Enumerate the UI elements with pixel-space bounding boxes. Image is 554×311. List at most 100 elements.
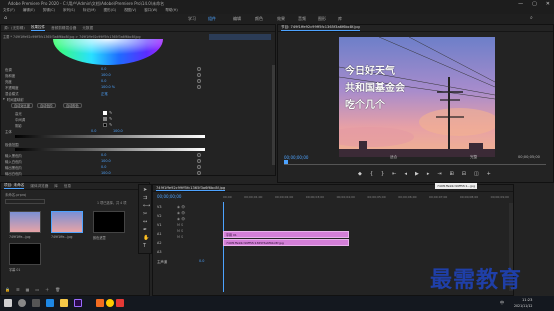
premiere-icon[interactable] xyxy=(74,299,82,307)
timeline-playhead[interactable] xyxy=(223,202,224,292)
timeline-clip-image[interactable]: 749f1ffe92c99ff5fc1365f3a6f6bc8f.jpg xyxy=(223,239,349,246)
color-wheel[interactable] xyxy=(53,39,163,65)
search-icon[interactable] xyxy=(18,299,26,307)
out-point-icon[interactable]: } xyxy=(381,171,384,177)
pen-icon[interactable]: ✒ xyxy=(143,227,147,233)
keyframe-toggle-icon[interactable] xyxy=(197,153,201,157)
output-gradient-slider[interactable] xyxy=(15,148,205,151)
prop-hue-value[interactable]: 0.0 xyxy=(101,67,106,71)
workspace-color[interactable]: 颜色 xyxy=(255,16,263,22)
new-item-icon[interactable]: ＋ xyxy=(45,287,49,293)
eyedropper-icon[interactable]: ✎ xyxy=(109,116,112,121)
prop-input-white-value[interactable]: 100.0 xyxy=(101,159,111,163)
go-in-icon[interactable]: ⇤ xyxy=(392,171,396,177)
keyframe-toggle-icon[interactable] xyxy=(197,73,201,77)
workspace-learn[interactable]: 学习 xyxy=(188,16,196,22)
highlight-swatch[interactable] xyxy=(103,111,107,115)
search-icon[interactable]: ⌕ xyxy=(530,15,533,21)
ime-indicator[interactable]: 中 xyxy=(500,300,504,306)
eyedropper-icon[interactable]: ✎ xyxy=(109,122,112,127)
razor-icon[interactable]: ✂ xyxy=(143,211,147,217)
tab-project[interactable]: 项目: 未命名 xyxy=(4,183,25,189)
workspace-effects[interactable]: 效果 xyxy=(277,16,285,22)
keyframe-toggle-icon[interactable] xyxy=(197,159,201,163)
clock-time[interactable]: 11:23 xyxy=(522,298,532,302)
go-out-icon[interactable]: ⇥ xyxy=(437,171,441,177)
track-v1[interactable]: V1 xyxy=(157,223,167,230)
app-icon[interactable] xyxy=(116,299,124,307)
lock-icon[interactable]: 🔒 xyxy=(5,287,10,293)
master-volume-value[interactable]: 0.0 xyxy=(199,259,204,263)
tab-media-browser[interactable]: 媒体浏览器 xyxy=(30,184,48,189)
track-v2[interactable]: V2 xyxy=(157,214,167,221)
playhead-bar[interactable] xyxy=(284,160,546,165)
in-point-icon[interactable]: { xyxy=(370,171,373,177)
prop-saturation-value[interactable]: 100.0 xyxy=(101,73,111,77)
project-item-thumb[interactable] xyxy=(93,211,125,233)
project-item-thumb[interactable] xyxy=(9,211,41,233)
prop-blend-value[interactable]: 正常 xyxy=(101,91,108,96)
mute-icon[interactable]: M S xyxy=(177,235,185,239)
range-high-value[interactable]: 100.0 xyxy=(113,129,123,133)
track-a3[interactable]: A3 xyxy=(157,250,167,257)
trash-icon[interactable]: 🗑 xyxy=(55,287,60,293)
folder-icon[interactable] xyxy=(60,299,68,307)
ripple-edit-icon[interactable]: ⟷ xyxy=(143,203,150,209)
close-icon[interactable]: ✕ xyxy=(546,1,550,7)
prop-output-black-value[interactable]: 0.0 xyxy=(101,165,106,169)
track-select-icon[interactable]: ⇉ xyxy=(143,195,147,201)
workspace-graphics[interactable]: 图形 xyxy=(318,16,326,22)
mute-icon[interactable]: M S xyxy=(177,229,185,233)
list-view-icon[interactable]: ☰ xyxy=(16,287,20,293)
quality-select[interactable]: 完整 xyxy=(470,155,477,160)
project-search-input[interactable] xyxy=(5,199,45,204)
edge-icon[interactable] xyxy=(46,299,54,307)
prop-opacity-value[interactable]: 100.0 % xyxy=(101,85,115,89)
new-bin-icon[interactable]: ▭ xyxy=(35,287,39,293)
tab-libraries[interactable]: 库 xyxy=(54,184,58,189)
project-item-thumb[interactable] xyxy=(51,211,83,233)
timeline-clip-title[interactable]: 字幕 01 xyxy=(223,231,349,238)
tab-info[interactable]: 信息 xyxy=(64,184,71,189)
minimize-icon[interactable]: — xyxy=(518,1,523,7)
app-icon[interactable] xyxy=(106,299,114,307)
project-item-thumb[interactable] xyxy=(9,243,41,265)
app-icon[interactable] xyxy=(96,299,104,307)
keyframe-toggle-icon[interactable] xyxy=(197,165,201,169)
play-icon[interactable]: ▶ xyxy=(415,171,419,177)
chevron-down-icon[interactable]: ▾ xyxy=(3,97,5,101)
task-view-icon[interactable] xyxy=(32,299,40,307)
selection-tool-icon[interactable]: ➤ xyxy=(143,187,147,193)
overwrite-icon[interactable]: ⊟ xyxy=(462,171,466,177)
tab-effect-controls[interactable]: 效果控件 xyxy=(30,25,46,31)
workspace-assembly[interactable]: 组件 xyxy=(208,16,216,22)
eye-icon[interactable]: ◉ 👁 xyxy=(177,211,185,215)
tab-audio-mixer[interactable]: 音频剪辑混合器 xyxy=(51,26,76,31)
track-v3[interactable]: V3 xyxy=(157,205,167,212)
auto-color-button[interactable]: 自动颜色 xyxy=(63,103,82,108)
tab-sequence[interactable]: 749f1ffe92c99ff5fc1365f3a6f6bc8f.jpg xyxy=(156,186,226,191)
playhead-marker[interactable] xyxy=(284,160,288,164)
track-a2[interactable]: A2 xyxy=(157,241,167,248)
maximize-icon[interactable]: ▢ xyxy=(532,1,537,7)
clock-date[interactable]: 2021/11/12 xyxy=(514,304,532,308)
type-tool-icon[interactable]: T xyxy=(143,243,146,249)
keyframe-toggle-icon[interactable] xyxy=(197,67,201,71)
fit-select[interactable]: 适合 xyxy=(390,155,397,160)
prop-group-time-remap[interactable]: ▾ 时间重映射 xyxy=(3,97,24,102)
scrollbar[interactable] xyxy=(272,65,275,165)
eye-icon[interactable]: ◉ 👁 xyxy=(177,205,185,209)
auto-contrast-button[interactable]: 自动对比度 xyxy=(11,103,33,108)
workspace-libraries[interactable]: 库 xyxy=(338,16,342,22)
workspace-audio[interactable]: 音频 xyxy=(298,16,306,22)
prop-brightness-value[interactable]: 0.0 xyxy=(101,79,106,83)
track-a1[interactable]: A1 xyxy=(157,232,167,239)
start-icon[interactable] xyxy=(4,299,12,307)
home-icon[interactable]: ⌂ xyxy=(4,15,7,21)
hand-icon[interactable]: ✋ xyxy=(143,235,149,241)
eyedropper-icon[interactable]: ✎ xyxy=(109,110,112,115)
auto-levels-button[interactable]: 自动色阶 xyxy=(37,103,56,108)
timeline-timecode[interactable]: 00;00;00;00 xyxy=(157,194,181,199)
tab-metadata[interactable]: 元数据 xyxy=(82,26,93,31)
button-editor-icon[interactable]: + xyxy=(487,171,491,177)
